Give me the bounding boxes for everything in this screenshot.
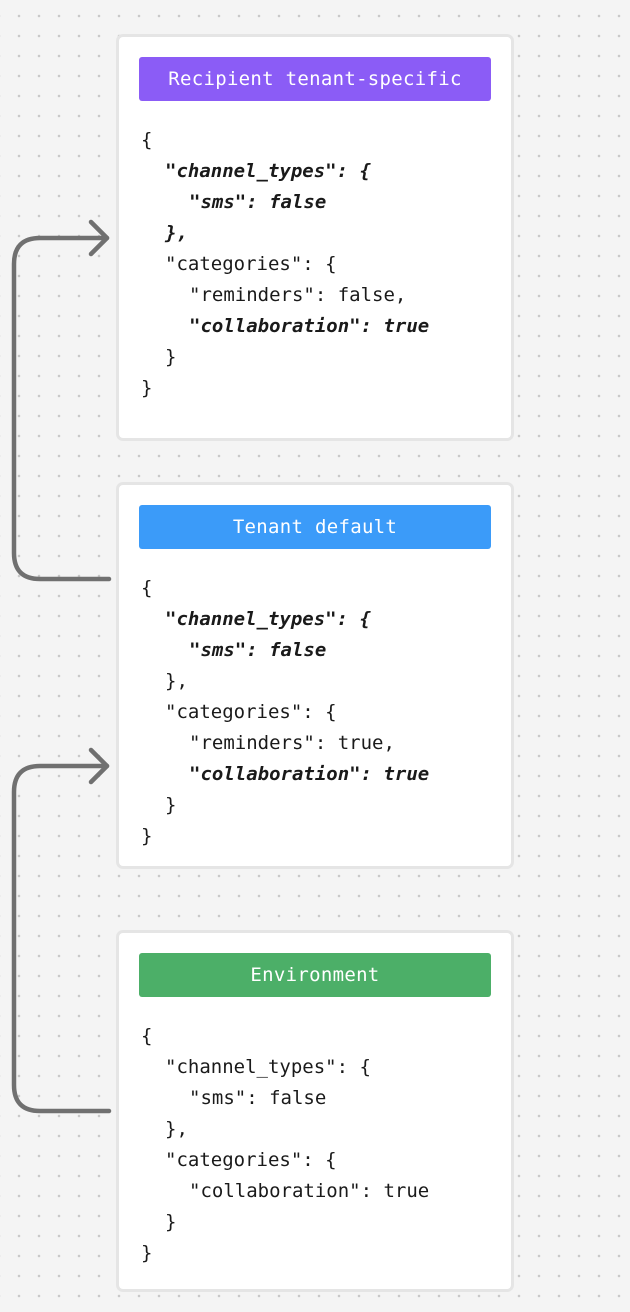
json-line: { <box>141 1025 153 1047</box>
recipient-tenant-json: { "channel_types": { "sms": false}, "catego… <box>141 125 429 404</box>
json-line: "channel_types": { <box>165 608 371 630</box>
json-line: } <box>165 794 177 816</box>
json-line: "categories": { <box>165 1149 337 1171</box>
arrow-head-icon <box>88 747 110 785</box>
json-line: }, <box>165 222 188 244</box>
json-line: "collaboration": true <box>189 1180 430 1202</box>
arrow-line <box>11 235 112 582</box>
json-line: "categories": { <box>165 701 337 723</box>
json-line: "sms": false <box>189 639 327 661</box>
environment-header: Environment <box>139 953 491 997</box>
tenant-default-card: Tenant default { "channel_types": { "sms":… <box>116 482 514 869</box>
json-line: "reminders": false, <box>189 284 407 306</box>
tenant-to-recipient-arrow <box>11 219 112 582</box>
json-line: } <box>141 1242 153 1264</box>
json-line: "channel_types": { <box>165 1056 371 1078</box>
json-line: } <box>165 346 177 368</box>
recipient-tenant-card: Recipient tenant-specific { "channel_type… <box>116 34 514 441</box>
json-line: "reminders": true, <box>189 732 395 754</box>
arrow-line <box>11 763 112 1114</box>
json-line: }, <box>165 670 188 692</box>
json-line: "channel_types": { <box>165 160 371 182</box>
json-line: } <box>165 1211 177 1233</box>
json-line: }, <box>165 1118 188 1140</box>
arrow-head-icon <box>88 219 110 257</box>
environment-json: { "channel_types": { "sms": false}, "catego… <box>141 1021 429 1269</box>
json-line: "collaboration": true <box>189 315 430 337</box>
tenant-default-header: Tenant default <box>139 505 491 549</box>
json-line: "collaboration": true <box>189 763 430 785</box>
json-line: { <box>141 577 153 599</box>
environment-to-tenant-arrow <box>11 747 112 1114</box>
json-line: } <box>141 825 153 847</box>
environment-card: Environment { "channel_types": { "sms": fa… <box>116 930 514 1292</box>
json-line: "sms": false <box>189 191 327 213</box>
tenant-default-json: { "channel_types": { "sms": false}, "catego… <box>141 573 429 852</box>
recipient-tenant-header: Recipient tenant-specific <box>139 57 491 101</box>
json-line: "sms": false <box>189 1087 327 1109</box>
json-line: { <box>141 129 153 151</box>
json-line: } <box>141 377 153 399</box>
json-line: "categories": { <box>165 253 337 275</box>
